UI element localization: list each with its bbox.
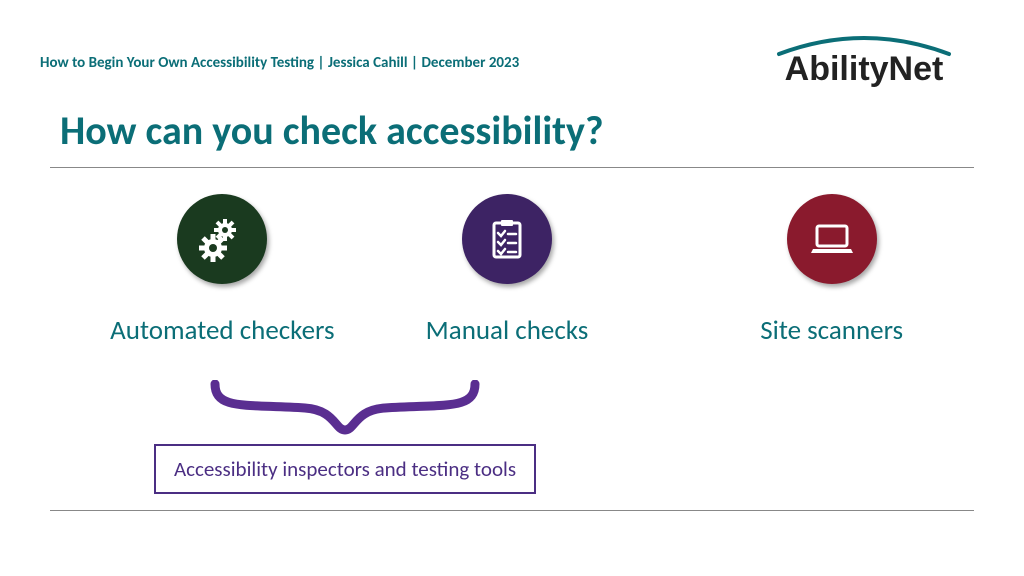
bottom-divider [50,510,974,511]
abilitynet-logo: AbilityNet [754,30,974,90]
method-label: Site scanners [760,314,903,347]
svg-text:AbilityNet: AbilityNet [785,50,944,88]
gears-icon [177,194,267,284]
checklist-icon [462,194,552,284]
laptop-icon [787,194,877,284]
method-automated: Automated checkers [80,194,365,347]
grouping-brace: Accessibility inspectors and testing too… [125,380,565,494]
method-label: Manual checks [426,314,589,347]
method-manual: Manual checks [365,194,650,347]
page-title: How can you check accessibility? [0,90,1024,167]
methods-row: Automated checkers Manual checks [0,168,1024,347]
breadcrumb: How to Begin Your Own Accessibility Test… [40,54,519,72]
method-scanners: Site scanners [689,194,974,347]
method-label: Automated checkers [110,314,334,347]
grouping-label-box: Accessibility inspectors and testing too… [154,444,536,494]
